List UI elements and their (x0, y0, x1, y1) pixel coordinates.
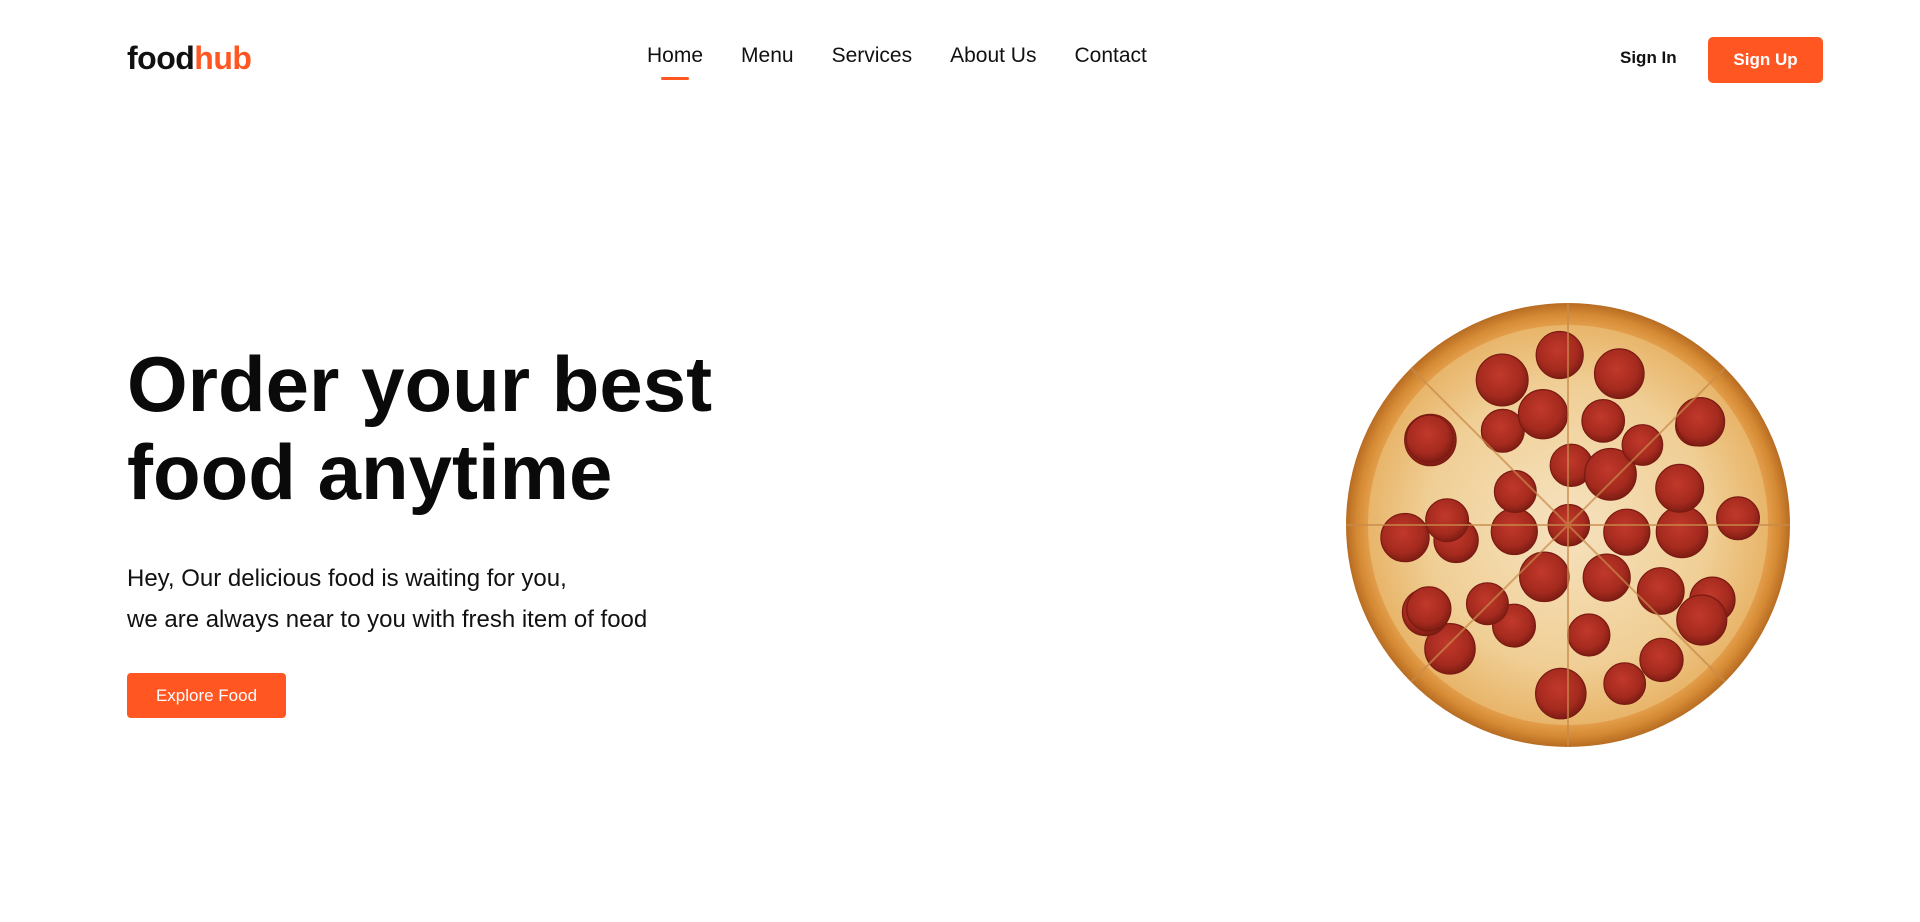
pepperoni-slice (1581, 399, 1626, 443)
pepperoni-slice (1535, 667, 1587, 720)
pepperoni-slice (1380, 512, 1430, 563)
logo[interactable]: foodhub (127, 40, 252, 77)
page: foodhub Home Menu Services About Us Cont… (0, 0, 1920, 922)
pepperoni-slice (1636, 567, 1685, 615)
nav-item-services[interactable]: Services (832, 44, 913, 68)
pepperoni-slice (1593, 348, 1645, 400)
pepperoni-slice (1493, 470, 1537, 514)
pepperoni-slice (1655, 505, 1709, 559)
hero-description-line: Hey, Our delicious food is waiting for y… (127, 565, 567, 592)
pepperoni-slice (1490, 507, 1538, 556)
site-header: foodhub Home Menu Services About Us Cont… (0, 0, 1920, 120)
pizza-slice-cuts (1346, 303, 1790, 747)
pepperoni-pizza-image (1345, 302, 1791, 748)
sign-in-link[interactable]: Sign In (1620, 48, 1677, 68)
pepperoni-slice (1475, 353, 1529, 407)
pepperoni-slice (1603, 508, 1651, 556)
pepperoni-slice (1716, 496, 1761, 541)
pepperoni-slice (1639, 637, 1684, 683)
explore-food-button[interactable]: Explore Food (127, 673, 286, 718)
pepperoni-slice (1567, 613, 1611, 657)
logo-part-food: food (127, 40, 195, 76)
hero-title-line: food anytime (127, 428, 613, 516)
hero-description-line: we are always near to you with fresh ite… (127, 606, 648, 633)
pepperoni-slice (1405, 414, 1454, 463)
pepperoni-slice (1676, 594, 1728, 646)
sign-up-button[interactable]: Sign Up (1708, 37, 1823, 83)
pepperoni-slice (1425, 498, 1470, 543)
pepperoni-slice (1675, 397, 1726, 447)
hero-title: Order your best food anytime (127, 340, 827, 516)
pepperoni-slice (1517, 388, 1569, 440)
nav-item-contact[interactable]: Contact (1074, 44, 1146, 68)
pepperoni-slice (1621, 424, 1664, 466)
hero-title-line: Order your best (127, 340, 713, 428)
pepperoni-slice (1603, 662, 1647, 706)
pepperoni-slice (1519, 551, 1570, 603)
pepperoni-slice (1465, 582, 1509, 626)
nav-item-about-us[interactable]: About Us (950, 44, 1036, 68)
logo-part-hub: hub (194, 40, 252, 76)
nav-item-menu[interactable]: Menu (741, 44, 794, 68)
pizza-illustration (1346, 303, 1790, 747)
hero-description: Hey, Our delicious food is waiting for y… (127, 558, 767, 640)
pepperoni-slice (1582, 553, 1631, 602)
pepperoni-slice (1406, 586, 1452, 632)
pepperoni-slice (1655, 463, 1705, 513)
pepperoni-slice (1535, 330, 1584, 380)
main-nav: Home Menu Services About Us Contact (647, 44, 1147, 68)
nav-item-home[interactable]: Home (647, 44, 703, 68)
